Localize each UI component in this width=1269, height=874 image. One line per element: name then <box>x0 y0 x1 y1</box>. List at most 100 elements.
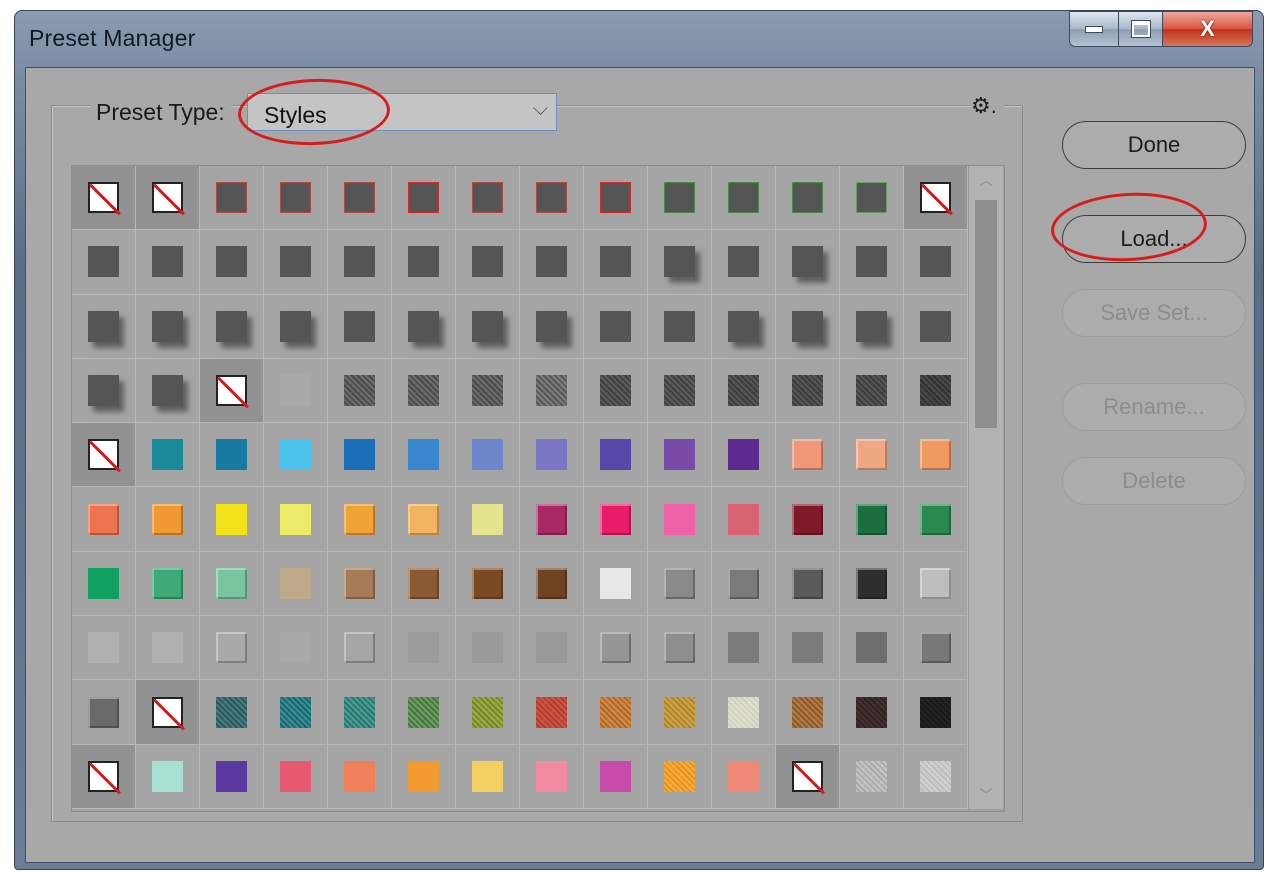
style-preset-cell[interactable] <box>200 358 264 424</box>
style-preset-cell[interactable] <box>456 294 520 359</box>
scroll-down-button[interactable]: ﹀ <box>969 781 1003 809</box>
style-preset-cell[interactable] <box>840 358 904 424</box>
style-preset-cell[interactable] <box>904 551 968 617</box>
style-preset-cell[interactable] <box>584 680 648 745</box>
style-preset-cell[interactable] <box>712 487 776 552</box>
style-preset-cell[interactable] <box>328 423 392 488</box>
style-preset-cell[interactable] <box>200 616 264 681</box>
style-preset-cell[interactable] <box>520 230 584 295</box>
style-preset-cell[interactable] <box>392 744 456 809</box>
style-preset-cell[interactable] <box>456 680 520 745</box>
style-preset-cell[interactable] <box>328 358 392 424</box>
style-preset-cell[interactable] <box>648 423 712 488</box>
minimize-button[interactable] <box>1069 11 1119 47</box>
style-preset-cell[interactable] <box>904 230 968 295</box>
style-preset-cell[interactable] <box>136 487 200 552</box>
style-preset-cell[interactable] <box>648 166 712 231</box>
style-preset-cell[interactable] <box>72 551 136 617</box>
style-preset-cell[interactable] <box>584 487 648 552</box>
style-preset-cell[interactable] <box>776 358 840 424</box>
style-preset-cell[interactable] <box>712 358 776 424</box>
style-preset-cell[interactable] <box>584 358 648 424</box>
style-preset-cell[interactable] <box>392 551 456 617</box>
style-preset-cell[interactable] <box>264 551 328 617</box>
rename-button[interactable]: Rename... <box>1062 383 1246 431</box>
style-preset-cell[interactable] <box>136 423 200 488</box>
delete-button[interactable]: Delete <box>1062 457 1246 505</box>
style-preset-cell[interactable] <box>648 487 712 552</box>
style-preset-cell[interactable] <box>264 294 328 359</box>
scroll-thumb[interactable] <box>975 200 997 428</box>
style-preset-cell[interactable] <box>712 680 776 745</box>
style-preset-cell[interactable] <box>392 294 456 359</box>
style-preset-cell[interactable] <box>136 551 200 617</box>
style-preset-cell[interactable] <box>584 744 648 809</box>
style-preset-cell[interactable] <box>456 166 520 231</box>
style-preset-cell[interactable] <box>520 680 584 745</box>
style-preset-cell[interactable] <box>648 230 712 295</box>
style-preset-cell[interactable] <box>456 744 520 809</box>
style-preset-cell[interactable] <box>200 551 264 617</box>
style-preset-cell[interactable] <box>136 358 200 424</box>
style-preset-cell[interactable] <box>200 487 264 552</box>
style-preset-cell[interactable] <box>904 487 968 552</box>
style-preset-cell[interactable] <box>904 294 968 359</box>
style-preset-cell[interactable] <box>328 294 392 359</box>
style-preset-cell[interactable] <box>392 166 456 231</box>
style-preset-cell[interactable] <box>328 680 392 745</box>
style-preset-cell[interactable] <box>520 551 584 617</box>
style-preset-cell[interactable] <box>520 616 584 681</box>
style-preset-cell[interactable] <box>648 744 712 809</box>
style-preset-cell[interactable] <box>584 423 648 488</box>
style-preset-cell[interactable] <box>712 166 776 231</box>
style-preset-cell[interactable] <box>72 294 136 359</box>
style-preset-cell[interactable] <box>840 680 904 745</box>
style-preset-cell[interactable] <box>520 487 584 552</box>
style-preset-cell[interactable] <box>840 294 904 359</box>
style-preset-cell[interactable] <box>712 744 776 809</box>
style-preset-cell[interactable] <box>136 680 200 745</box>
style-preset-cell[interactable] <box>520 358 584 424</box>
style-preset-cell[interactable] <box>648 680 712 745</box>
style-preset-cell[interactable] <box>840 230 904 295</box>
style-preset-cell[interactable] <box>200 166 264 231</box>
style-preset-cell[interactable] <box>136 166 200 231</box>
style-preset-cell[interactable] <box>136 744 200 809</box>
style-preset-cell[interactable] <box>200 423 264 488</box>
style-preset-cell[interactable] <box>648 294 712 359</box>
style-preset-cell[interactable] <box>648 551 712 617</box>
scroll-up-button[interactable]: ︿ <box>969 166 1003 194</box>
style-preset-cell[interactable] <box>904 166 968 231</box>
style-preset-cell[interactable] <box>200 230 264 295</box>
style-preset-cell[interactable] <box>712 423 776 488</box>
style-preset-cell[interactable] <box>72 616 136 681</box>
style-preset-cell[interactable] <box>584 551 648 617</box>
style-preset-cell[interactable] <box>456 423 520 488</box>
style-preset-cell[interactable] <box>264 230 328 295</box>
style-preset-cell[interactable] <box>72 423 136 488</box>
style-preset-cell[interactable] <box>840 487 904 552</box>
style-preset-cell[interactable] <box>648 616 712 681</box>
style-preset-cell[interactable] <box>776 744 840 809</box>
style-preset-cell[interactable] <box>520 166 584 231</box>
style-preset-cell[interactable] <box>776 551 840 617</box>
style-preset-cell[interactable] <box>328 744 392 809</box>
style-preset-cell[interactable] <box>776 166 840 231</box>
style-preset-cell[interactable] <box>264 166 328 231</box>
style-preset-cell[interactable] <box>392 487 456 552</box>
style-preset-cell[interactable] <box>72 744 136 809</box>
style-preset-cell[interactable] <box>456 487 520 552</box>
style-preset-cell[interactable] <box>456 358 520 424</box>
style-preset-cell[interactable] <box>584 294 648 359</box>
style-preset-cell[interactable] <box>328 166 392 231</box>
style-preset-cell[interactable] <box>72 166 136 231</box>
style-preset-cell[interactable] <box>200 294 264 359</box>
style-preset-cell[interactable] <box>136 616 200 681</box>
style-preset-cell[interactable] <box>456 551 520 617</box>
style-preset-cell[interactable] <box>904 744 968 809</box>
style-preset-cell[interactable] <box>520 423 584 488</box>
style-preset-cell[interactable] <box>904 423 968 488</box>
style-preset-cell[interactable] <box>264 487 328 552</box>
style-preset-cell[interactable] <box>584 616 648 681</box>
style-preset-cell[interactable] <box>392 423 456 488</box>
